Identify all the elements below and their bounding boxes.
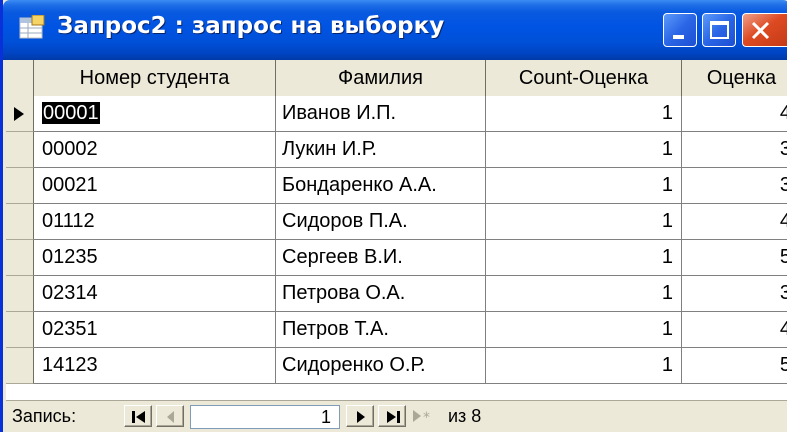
column-header-count-grade[interactable]: Count-Оценка [486,60,682,96]
next-record-button[interactable] [346,405,374,427]
cell-grade[interactable]: 3 [682,168,787,204]
record-count: из 8 [448,406,482,426]
record-selector[interactable] [6,168,34,204]
column-header-surname[interactable]: Фамилия [276,60,486,96]
cell-surname[interactable]: Лукин И.Р. [276,132,486,168]
table-row[interactable]: 00001 Иванов И.П. 1 4 [6,96,787,132]
previous-record-button[interactable] [156,405,184,427]
table-row[interactable]: 02351 Петров Т.А. 1 4 [6,312,787,348]
cell-grade[interactable]: 3 [682,276,787,312]
query-window: Запрос2 : запрос на выборку Номер студен… [0,0,787,432]
record-label: Запись: [12,406,77,426]
table-row[interactable]: 02314 Петрова О.А. 1 3 [6,276,787,312]
record-navigation-bar: Запись: 1 * из 8 [6,400,787,432]
cell-grade[interactable]: 4 [682,96,787,132]
cell-grade[interactable]: 4 [682,312,787,348]
cell-grade[interactable]: 3 [682,132,787,168]
close-icon [751,21,770,40]
cell-student-id[interactable]: 14123 [34,348,276,384]
first-record-button[interactable] [124,405,152,427]
new-record-button[interactable]: * [410,405,438,427]
cell-grade[interactable]: 4 [682,204,787,240]
last-record-button[interactable] [378,405,406,427]
cell-surname[interactable]: Петров Т.А. [276,312,486,348]
select-all-corner[interactable] [6,60,34,96]
cell-surname[interactable]: Петрова О.А. [276,276,486,312]
close-button[interactable] [742,13,787,47]
current-record-field[interactable]: 1 [190,405,340,429]
minimize-icon [673,35,684,39]
column-header-row: Номер студента Фамилия Count-Оценка Оцен… [6,60,787,97]
cell-surname[interactable]: Иванов И.П. [276,96,486,132]
cell-count-grade[interactable]: 1 [486,132,682,168]
table-row[interactable]: 01235 Сергеев В.И. 1 5 [6,240,787,276]
table-row[interactable]: 01112 Сидоров П.А. 1 4 [6,204,787,240]
datasheet-grid: Номер студента Фамилия Count-Оценка Оцен… [6,60,787,400]
cell-count-grade[interactable]: 1 [486,204,682,240]
column-header-grade[interactable]: Оценка [682,60,787,96]
cell-student-id[interactable]: 02314 [34,276,276,312]
cell-count-grade[interactable]: 1 [486,348,682,384]
cell-count-grade[interactable]: 1 [486,96,682,132]
record-selector[interactable] [6,276,34,312]
first-record-icon [132,411,145,423]
current-record-icon [14,107,24,121]
cell-surname[interactable]: Сидоров П.А. [276,204,486,240]
cell-count-grade[interactable]: 1 [486,276,682,312]
cell-count-grade[interactable]: 1 [486,312,682,348]
record-selector[interactable] [6,348,34,384]
table-row[interactable]: 14123 Сидоренко О.Р. 1 5 [6,348,787,384]
cell-student-id[interactable]: 00021 [34,168,276,204]
last-record-icon [387,411,400,423]
record-selector[interactable] [6,204,34,240]
table-row[interactable]: 00002 Лукин И.Р. 1 3 [6,132,787,168]
record-selector[interactable] [6,132,34,168]
minimize-button[interactable] [663,13,697,47]
cell-grade[interactable]: 5 [682,348,787,384]
svg-text:*: * [423,410,430,426]
cell-student-id[interactable]: 01235 [34,240,276,276]
previous-record-icon [167,411,174,423]
window-title: Запрос2 : запрос на выборку [57,13,445,39]
cell-surname[interactable]: Бондаренко А.А. [276,168,486,204]
cell-grade[interactable]: 5 [682,240,787,276]
cell-count-grade[interactable]: 1 [486,168,682,204]
new-record-icon: * [413,410,430,426]
cell-surname[interactable]: Сидоренко О.Р. [276,348,486,384]
record-selector[interactable] [6,240,34,276]
cell-student-id[interactable]: 01112 [34,204,276,240]
cell-count-grade[interactable]: 1 [486,240,682,276]
cell-student-id[interactable]: 00001 [34,96,276,132]
cell-student-id[interactable]: 00002 [34,132,276,168]
cell-student-id[interactable]: 02351 [34,312,276,348]
maximize-button[interactable] [702,13,736,47]
title-bar[interactable]: Запрос2 : запрос на выборку [3,0,787,60]
record-selector[interactable] [6,312,34,348]
maximize-icon [710,21,729,39]
column-header-student-id[interactable]: Номер студента [34,60,276,96]
query-datasheet-icon [19,15,45,39]
record-selector[interactable] [6,96,34,132]
selected-value: 00001 [42,102,100,124]
cell-surname[interactable]: Сергеев В.И. [276,240,486,276]
next-record-icon [357,411,365,423]
table-row[interactable]: 00021 Бондаренко А.А. 1 3 [6,168,787,204]
